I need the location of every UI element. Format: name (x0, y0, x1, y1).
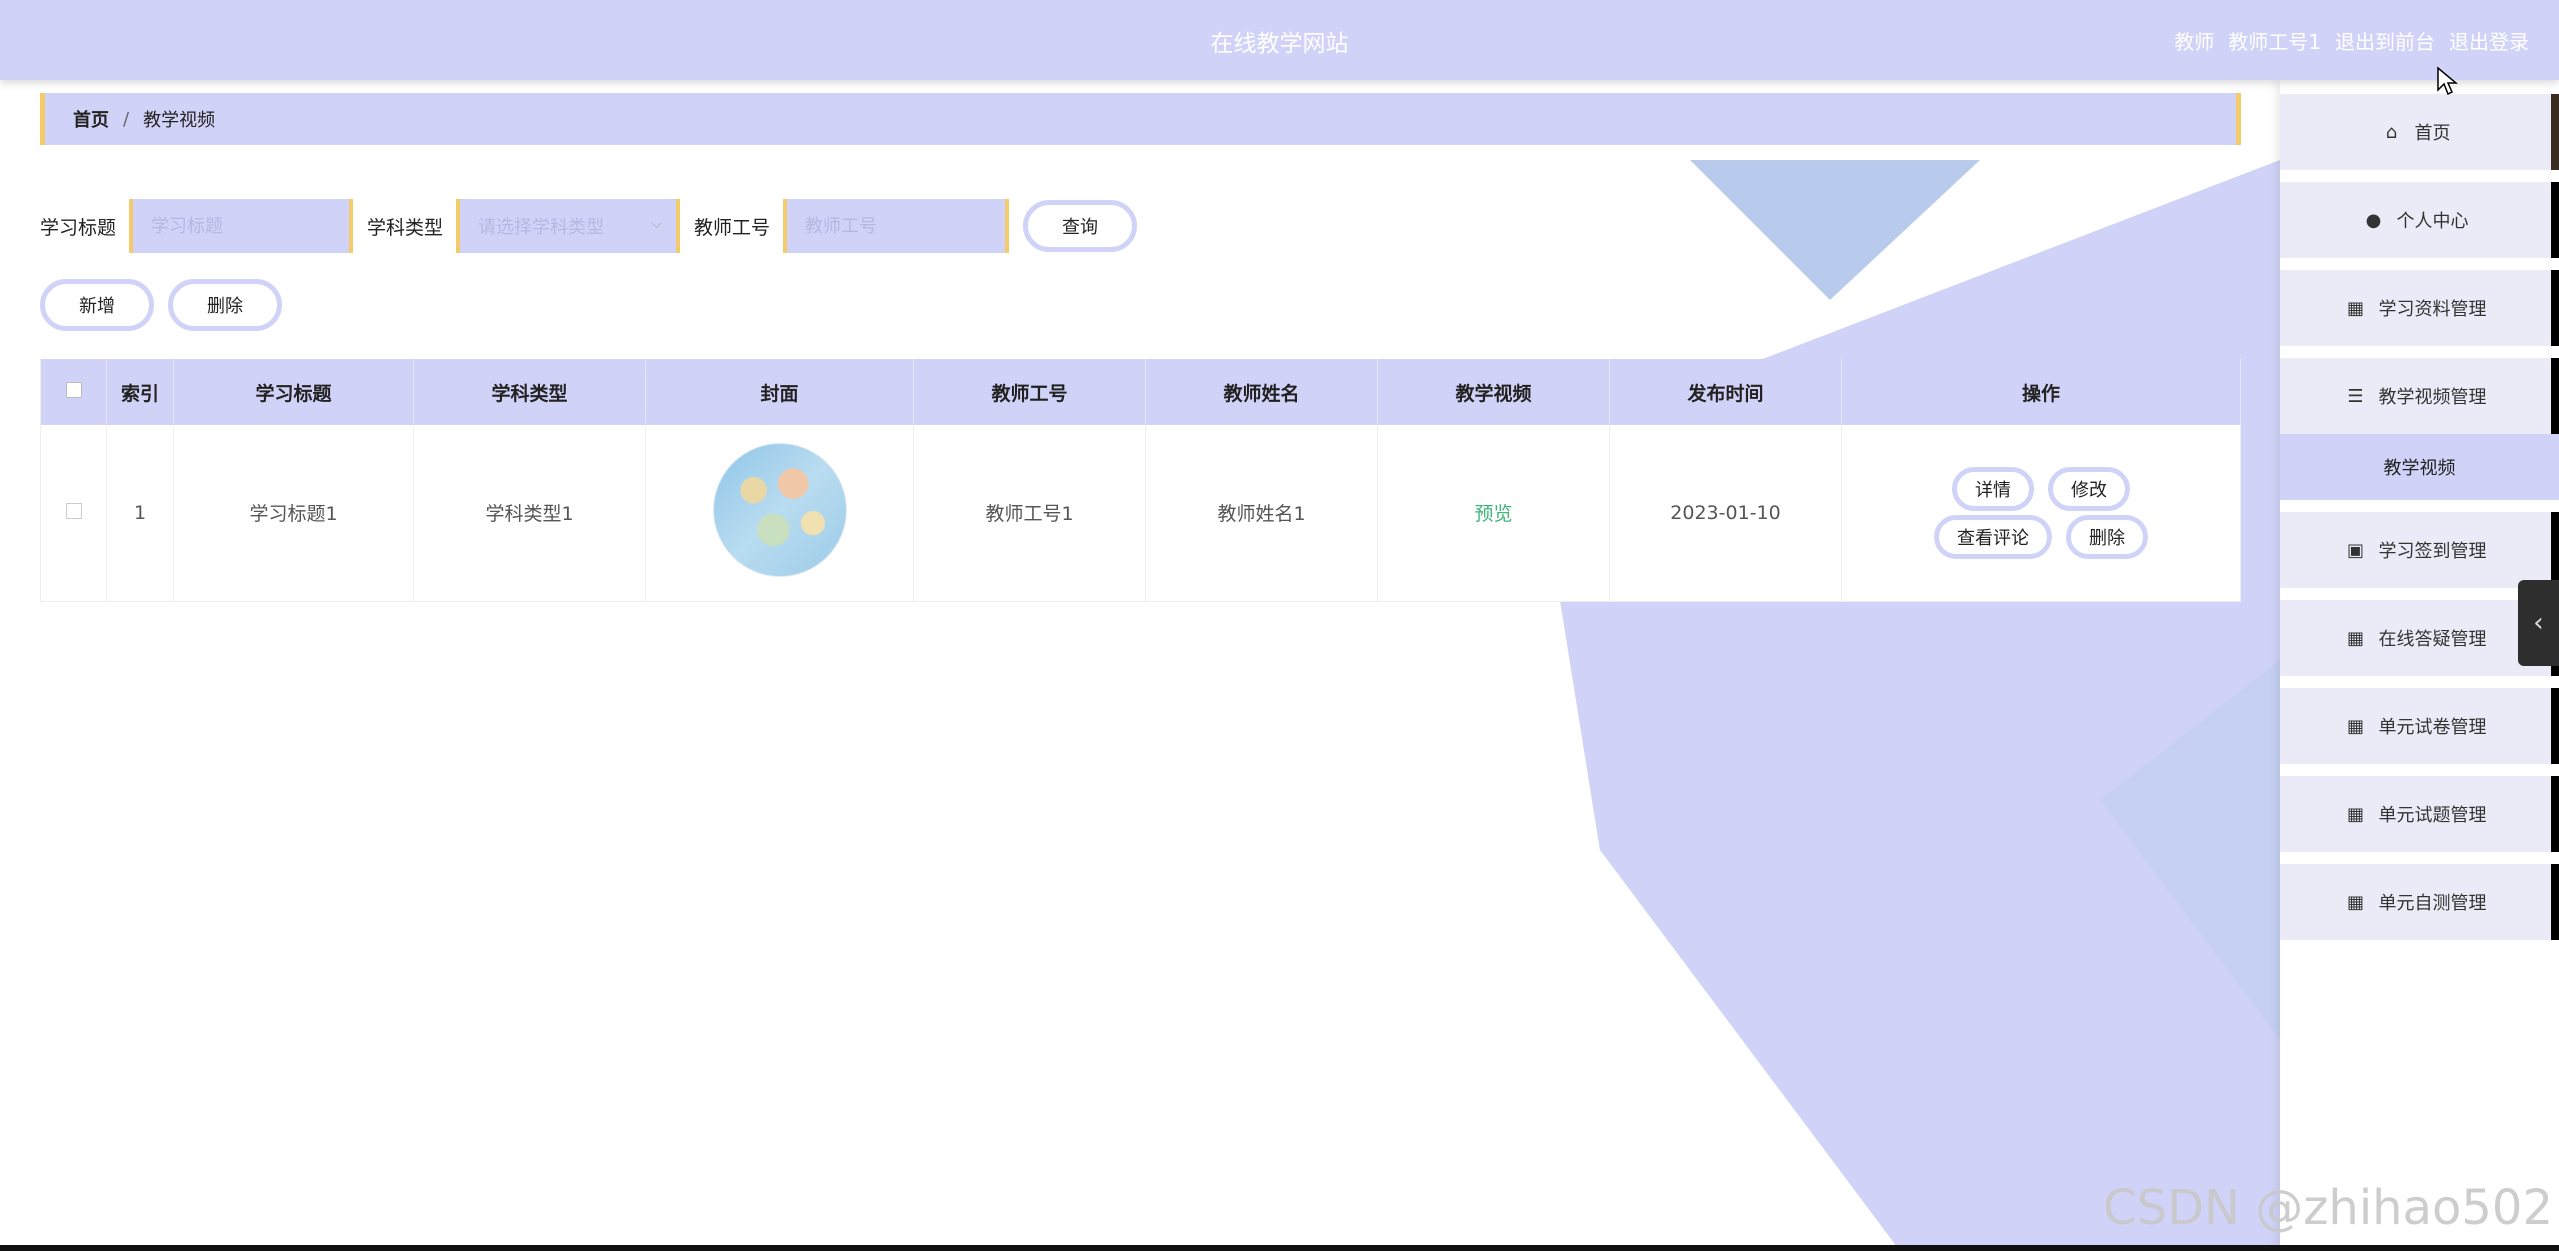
col-teacher-no: 教师工号 (913, 359, 1146, 425)
teacher-no-field-wrap (783, 199, 1010, 253)
breadcrumb-home[interactable]: 首页 (73, 106, 109, 132)
col-subject: 学科类型 (413, 359, 646, 425)
chevron-left-icon: ‹ (2533, 608, 2544, 638)
grid-icon: ▦ (2346, 297, 2364, 319)
cell-cover (645, 425, 914, 602)
cell-index: 1 (106, 425, 174, 602)
col-publish-time: 发布时间 (1609, 359, 1842, 425)
select-all-cell (40, 359, 107, 425)
main-content: 首页 / 教学视频 学习标题 学科类型 请选择学科类型 ⌵ 教师工号 查询 新增… (40, 93, 2241, 602)
sidebar-item-label: 在线答疑管理 (2378, 629, 2487, 650)
sidebar-item-video-management[interactable]: ☰ 教学视频管理 (2280, 358, 2559, 434)
search-form: 学习标题 学科类型 请选择学科类型 ⌵ 教师工号 查询 (40, 199, 1138, 253)
teacher-no-input[interactable] (805, 215, 988, 237)
title-input[interactable] (151, 215, 332, 237)
sidebar-item-label: 首页 (2414, 123, 2451, 144)
col-teacher-name: 教师姓名 (1145, 359, 1378, 425)
user-name: 教师工号1 (2228, 30, 2321, 54)
cell-title: 学习标题1 (173, 425, 414, 602)
data-table: 索引 学习标题 学科类型 封面 教师工号 教师姓名 教学视频 发布时间 操作 1… (40, 359, 2241, 602)
action-row: 新增 删除 (40, 279, 282, 331)
user-icon: ● (2365, 209, 2382, 231)
row-actions-bottom: 查看评论 删除 (1934, 514, 2148, 559)
col-index: 索引 (106, 359, 174, 425)
row-delete-button[interactable]: 删除 (2066, 514, 2148, 559)
sidebar: ⌂ 首页 ● 个人中心 ▦ 学习资料管理 ☰ 教学视频管理 教学视频 ▣ 学习签… (2280, 80, 2559, 1251)
sidebar-item-label: 单元自测管理 (2378, 893, 2487, 914)
submenu-teaching-video[interactable]: 教学视频 (2280, 434, 2559, 500)
row-actions: 详情 修改 查看评论 删除 (1842, 466, 2240, 559)
home-icon: ⌂ (2385, 121, 2398, 143)
subject-select[interactable]: 请选择学科类型 ⌵ (456, 199, 681, 253)
col-ops: 操作 (1841, 359, 2241, 425)
grid-icon: ▦ (2346, 891, 2364, 913)
sliders-icon: ☰ (2347, 385, 2364, 407)
cell-teacher-name: 教师姓名1 (1145, 425, 1378, 602)
teacher-no-label: 教师工号 (694, 216, 771, 239)
sidebar-item-checkin[interactable]: ▣ 学习签到管理 (2280, 512, 2559, 588)
clipboard-icon: ▣ (2346, 539, 2364, 561)
sidebar-item-label: 学习资料管理 (2378, 299, 2487, 320)
table-row: 1 学习标题1 学科类型1 教师工号1 教师姓名1 预览 2023-01-10 … (40, 425, 2241, 602)
sidebar-item-materials[interactable]: ▦ 学习资料管理 (2280, 270, 2559, 346)
cell-subject: 学科类型1 (413, 425, 646, 602)
breadcrumb-current: 教学视频 (143, 110, 216, 131)
sidebar-item-unit-paper[interactable]: ▦ 单元试卷管理 (2280, 688, 2559, 764)
grid-icon: ▦ (2346, 715, 2364, 737)
row-actions-top: 详情 修改 (1952, 466, 2130, 511)
chevron-down-icon: ⌵ (651, 216, 663, 232)
sidebar-item-unit-selftest[interactable]: ▦ 单元自测管理 (2280, 864, 2559, 940)
cover-image[interactable] (712, 443, 847, 578)
user-area: 教师 教师工号1 退出到前台 退出登录 (2174, 26, 2529, 55)
grid-icon: ▦ (2346, 627, 2364, 649)
select-all-checkbox[interactable] (65, 382, 82, 398)
sidebar-collapse-button[interactable]: ‹ (2518, 580, 2559, 666)
cell-teacher-no: 教师工号1 (913, 425, 1146, 602)
row-select-cell (40, 425, 107, 602)
background-decoration (1560, 160, 2280, 1251)
sidebar-item-label: 学习签到管理 (2378, 541, 2487, 562)
bottom-border (0, 1245, 2559, 1251)
sidebar-item-label: 个人中心 (2396, 211, 2469, 232)
add-button[interactable]: 新增 (40, 279, 154, 331)
cell-publish-time: 2023-01-10 (1609, 425, 1842, 602)
subject-label: 学科类型 (367, 216, 444, 239)
watermark: CSDN @zhihao502 (2103, 1180, 2553, 1236)
col-cover: 封面 (645, 359, 914, 425)
sidebar-item-unit-question[interactable]: ▦ 单元试题管理 (2280, 776, 2559, 852)
cell-video: 预览 (1377, 425, 1610, 602)
sidebar-item-label: 单元试题管理 (2378, 805, 2487, 826)
view-comments-button[interactable]: 查看评论 (1934, 514, 2052, 559)
mouse-cursor-icon (2437, 66, 2458, 96)
sidebar-item-label: 单元试卷管理 (2378, 717, 2487, 738)
sidebar-item-profile[interactable]: ● 个人中心 (2280, 182, 2559, 258)
sidebar-item-home[interactable]: ⌂ 首页 (2280, 94, 2559, 170)
edit-button[interactable]: 修改 (2048, 466, 2130, 511)
cell-ops: 详情 修改 查看评论 删除 (1841, 425, 2241, 602)
query-button[interactable]: 查询 (1023, 200, 1138, 252)
detail-button[interactable]: 详情 (1952, 466, 2034, 511)
col-title: 学习标题 (173, 359, 414, 425)
col-video: 教学视频 (1377, 359, 1610, 425)
row-checkbox[interactable] (65, 502, 82, 519)
breadcrumb: 首页 / 教学视频 (40, 93, 2241, 145)
breadcrumb-separator: / (123, 108, 130, 130)
video-preview-link[interactable]: 预览 (1474, 503, 1512, 525)
table-header-row: 索引 学习标题 学科类型 封面 教师工号 教师姓名 教学视频 发布时间 操作 (40, 359, 2241, 425)
sidebar-item-label: 教学视频管理 (2378, 387, 2487, 408)
top-header: 在线教学网站 教师 教师工号1 退出到前台 退出登录 (0, 0, 2559, 80)
title-field-wrap (129, 199, 354, 253)
grid-icon: ▦ (2346, 803, 2364, 825)
user-role: 教师 (2174, 30, 2215, 54)
to-frontend-link[interactable]: 退出到前台 (2335, 26, 2435, 55)
logout-link[interactable]: 退出登录 (2449, 26, 2529, 55)
delete-button[interactable]: 删除 (168, 279, 282, 331)
title-label: 学习标题 (40, 216, 117, 239)
subject-placeholder: 请选择学科类型 (478, 217, 605, 238)
